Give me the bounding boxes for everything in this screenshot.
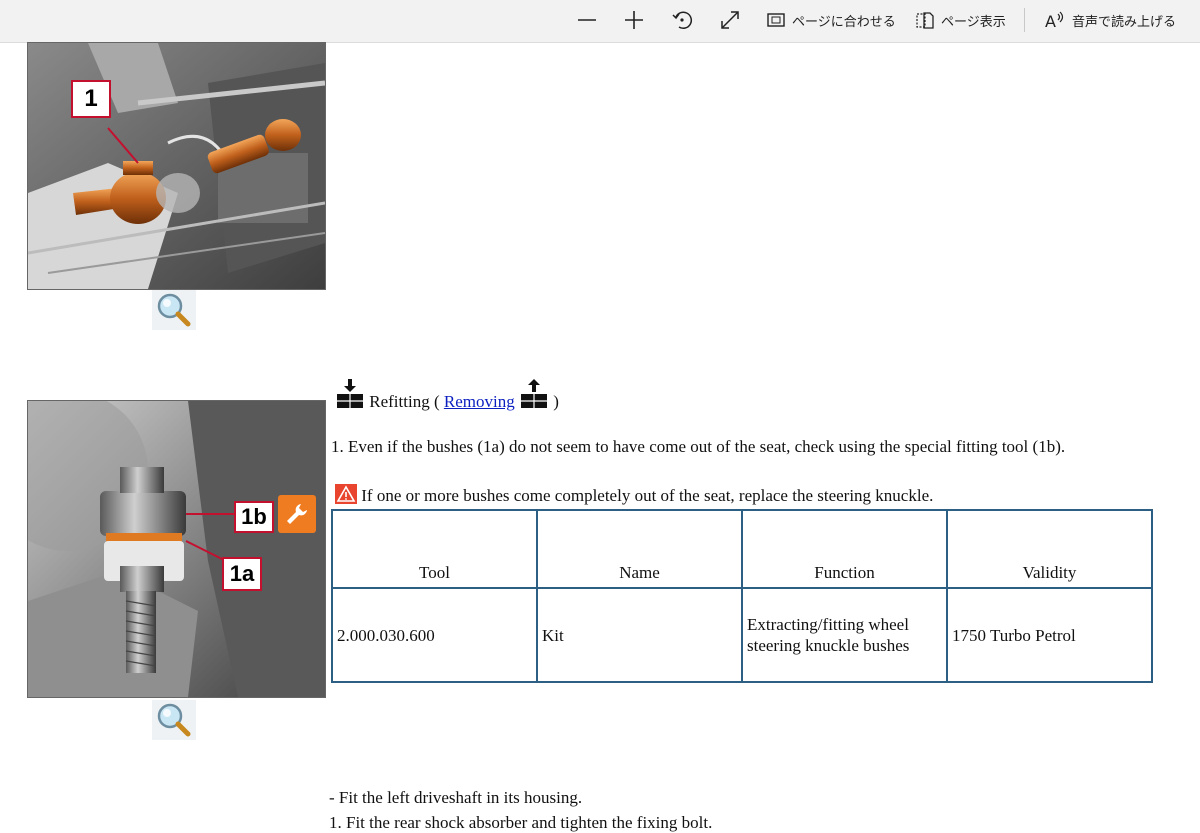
svg-text:A: A: [1045, 12, 1056, 31]
remove-arrow-up-icon: [520, 379, 547, 408]
page-view-button[interactable]: ページ表示: [915, 6, 1006, 34]
magnify-icon[interactable]: [152, 700, 196, 740]
cell-function-line-2: steering knuckle bushes: [747, 636, 910, 655]
fit-to-page-button[interactable]: ページに合わせる: [766, 6, 896, 34]
warning-triangle-icon: [335, 484, 357, 504]
header-function: Function: [741, 509, 948, 589]
fit-to-page-label: ページに合わせる: [792, 14, 896, 30]
fit-page-icon: [767, 13, 785, 27]
expand-diagonal-icon: [721, 11, 739, 29]
figure-2-photo: 1b 1a: [27, 400, 326, 698]
toolbar-divider: [1024, 8, 1025, 32]
plus-icon: [625, 11, 643, 29]
special-tools-table: Tool Name Function Validity 2.000.030.60…: [331, 509, 1153, 683]
refitting-heading: Refitting ( Removing ): [335, 378, 559, 412]
special-tool-badge: [278, 495, 316, 533]
fullscreen-button[interactable]: [719, 6, 741, 34]
zoom-out-button[interactable]: [576, 6, 598, 34]
warning-text: If one or more bushes come completely ou…: [361, 486, 934, 505]
cell-function-line-1: Extracting/fitting wheel: [747, 615, 909, 634]
read-aloud-button[interactable]: A 音声で読み上げる: [1044, 6, 1176, 34]
knuckle-bush-illustration: [28, 401, 325, 697]
header-tool: Tool: [331, 509, 538, 589]
cell-name: Kit: [536, 587, 743, 683]
rotate-icon: [672, 11, 692, 30]
read-aloud-icon: A: [1045, 11, 1064, 31]
cell-tool-code: 2.000.030.600: [331, 587, 538, 683]
zoom-in-button[interactable]: [623, 6, 645, 34]
callout-label-1: 1: [71, 80, 111, 118]
removing-link[interactable]: Removing: [444, 392, 515, 411]
rotate-button[interactable]: [671, 6, 693, 34]
refitting-label: Refitting (: [369, 392, 440, 411]
next-step-text-cut-off: 1. Fit the rear shock absorber and tight…: [329, 813, 713, 832]
reader-toolbar: ページに合わせる ページ表示 A 音声で読み上げる: [0, 0, 1200, 43]
magnify-icon[interactable]: [152, 290, 196, 330]
refitting-close-paren: ): [553, 392, 559, 411]
warning-line: If one or more bushes come completely ou…: [335, 484, 933, 506]
cell-function: Extracting/fitting wheel steering knuckl…: [741, 587, 948, 683]
refit-arrow-down-icon: [337, 379, 363, 408]
header-name: Name: [536, 509, 743, 589]
step-1-text: 1. Even if the bushes (1a) do not seem t…: [331, 437, 1066, 456]
minus-icon: [578, 19, 596, 21]
header-validity: Validity: [946, 509, 1153, 589]
table-row: 2.000.030.600 Kit Extracting/fitting whe…: [331, 587, 1153, 683]
callout-label-1a: 1a: [222, 557, 262, 591]
fit-driveshaft-text: - Fit the left driveshaft in its housing…: [329, 788, 583, 807]
page-view-icon: [916, 12, 934, 29]
table-header-row: Tool Name Function Validity: [331, 509, 1153, 589]
cell-validity: 1750 Turbo Petrol: [946, 587, 1153, 683]
read-aloud-label: 音声で読み上げる: [1072, 14, 1177, 30]
page-view-label: ページ表示: [941, 14, 1006, 30]
wrench-icon: [287, 504, 307, 524]
callout-label-1b: 1b: [234, 501, 274, 533]
figure-1-photo: 1: [27, 42, 326, 290]
